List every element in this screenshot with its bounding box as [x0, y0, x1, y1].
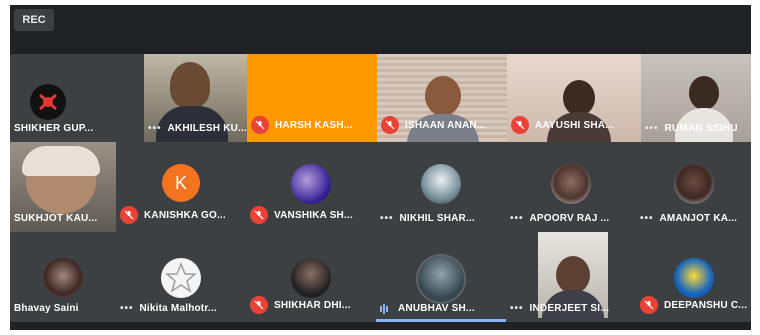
participant-name-row: DEEPANSHU C... [640, 296, 749, 314]
avatar [291, 164, 331, 204]
participant-name-row: VANSHIKA SH... [250, 206, 374, 224]
participant-tile-akhilesh[interactable]: ••• AKHILESH KU... [144, 54, 248, 142]
participant-name: APOORV RAJ ... [529, 213, 610, 224]
more-options-icon[interactable]: ••• [510, 303, 524, 314]
avatar: K [162, 164, 200, 202]
mic-off-icon [251, 116, 269, 134]
participant-name-row: KANISHKA GO... [120, 206, 244, 224]
participant-name: ISHAAN ANAN... [405, 119, 486, 131]
avatar [43, 258, 83, 298]
avatar [551, 164, 591, 204]
participant-tile-harsh[interactable]: HARSH KASH... [247, 54, 377, 142]
participant-tile-inderjeet[interactable]: ••• INDERJEET SI... [506, 232, 636, 322]
participant-name-row: ••• INDERJEET SI... [510, 303, 634, 314]
participant-name-row: ISHAAN ANAN... [381, 116, 505, 134]
participant-name: INDERJEET SI... [529, 303, 610, 314]
avatar [421, 164, 461, 204]
mic-off-icon [120, 206, 138, 224]
mic-off-icon [250, 206, 268, 224]
avatar-initial: K [174, 173, 187, 193]
participant-tile-ruman[interactable]: ••• RUMAN SIDHU [641, 54, 751, 142]
mic-off-icon [511, 116, 529, 134]
participant-tile-bhavay[interactable]: Bhavay Saini [10, 232, 116, 322]
avatar [416, 254, 466, 304]
participant-name: SHIKHAR DHI... [274, 299, 351, 311]
avatar [673, 258, 714, 298]
participant-tile-apoorv[interactable]: ••• APOORV RAJ ... [506, 142, 636, 232]
participant-name: VANSHIKA SH... [274, 209, 353, 221]
participant-name-row: HARSH KASH... [251, 116, 375, 134]
participant-name: Nikita Malhotr... [139, 303, 217, 314]
person-hair [22, 146, 100, 176]
participant-name: ANUBHAV SH... [398, 303, 475, 314]
more-options-icon[interactable]: ••• [380, 213, 394, 224]
participant-tile-shikhar[interactable]: SHIKHAR DHI... [246, 232, 376, 322]
participant-name-row: AAYUSHI SHA... [511, 116, 639, 134]
more-options-icon[interactable]: ••• [510, 213, 524, 224]
participant-name: NIKHIL SHAR... [399, 213, 475, 224]
mic-off-icon [640, 296, 658, 314]
active-speaker-bar [376, 319, 506, 322]
top-bar: REC [10, 5, 751, 45]
participant-name-row: ••• APOORV RAJ ... [510, 213, 634, 224]
participant-name-row: SHIKHER GUP... [14, 123, 142, 134]
person-figure [689, 76, 719, 110]
participant-tile-vanshika[interactable]: VANSHIKA SH... [246, 142, 376, 232]
person-figure [170, 62, 210, 108]
participant-name: Bhavay Saini [14, 303, 79, 314]
participant-tile-shikher[interactable]: SHIKHER GUP... [10, 54, 144, 142]
participant-name-row: ••• AKHILESH KU... [148, 123, 246, 134]
speaking-indicator-icon [380, 303, 392, 314]
participant-tile-anubhav[interactable]: ANUBHAV SH... [376, 232, 506, 322]
participant-name-row: ••• RUMAN SIDHU [645, 123, 749, 134]
participant-name: AKHILESH KU... [167, 123, 246, 134]
mic-off-icon [381, 116, 399, 134]
mic-off-icon [250, 296, 268, 314]
participant-name: DEEPANSHU C... [664, 299, 748, 311]
participant-name-row: SHIKHAR DHI... [250, 296, 374, 314]
participant-name-row: ANUBHAV SH... [380, 303, 504, 314]
participant-tile-nikhil[interactable]: ••• NIKHIL SHAR... [376, 142, 506, 232]
participant-tile-kanishka[interactable]: K KANISHKA GO... [116, 142, 246, 232]
more-options-icon[interactable]: ••• [640, 213, 654, 224]
participant-name-row: ••• Nikita Malhotr... [120, 303, 244, 314]
person-figure [563, 80, 595, 116]
avatar [673, 164, 714, 204]
person-figure [425, 76, 461, 116]
participant-tile-amanjot[interactable]: ••• AMANJOT KA... [636, 142, 751, 232]
avatar [161, 258, 201, 298]
meeting-grid: REC SHIKHER GUP... ••• AKHILESH KU... HAR… [10, 5, 751, 330]
participant-tile-sukhjot[interactable]: SUKHJOT KAU... [10, 142, 116, 232]
participant-name-row: Bhavay Saini [14, 303, 114, 314]
participant-name: HARSH KASH... [275, 119, 353, 131]
participant-tile-nikita[interactable]: ••• Nikita Malhotr... [116, 232, 246, 322]
more-options-icon[interactable]: ••• [148, 123, 162, 134]
participant-name: SUKHJOT KAU... [14, 213, 98, 224]
participant-name: KANISHKA GO... [144, 209, 226, 221]
participant-name-row: ••• NIKHIL SHAR... [380, 213, 504, 224]
participant-name: SHIKHER GUP... [14, 123, 94, 134]
participant-tile-aayushi[interactable]: AAYUSHI SHA... [507, 54, 641, 142]
participant-name: AMANJOT KA... [659, 213, 738, 224]
person-figure [556, 256, 590, 294]
recording-badge: REC [14, 9, 54, 31]
participant-tile-ishaan[interactable]: ISHAAN ANAN... [377, 54, 507, 142]
participant-tile-deepanshu[interactable]: DEEPANSHU C... [636, 232, 751, 322]
participant-name-row: SUKHJOT KAU... [14, 213, 114, 224]
participant-logo [30, 84, 66, 120]
avatar [291, 258, 331, 298]
more-options-icon[interactable]: ••• [645, 123, 659, 134]
more-options-icon[interactable]: ••• [120, 303, 134, 314]
participant-name-row: ••• AMANJOT KA... [640, 213, 749, 224]
participant-name: RUMAN SIDHU [664, 123, 738, 134]
participant-name: AAYUSHI SHA... [535, 119, 615, 131]
